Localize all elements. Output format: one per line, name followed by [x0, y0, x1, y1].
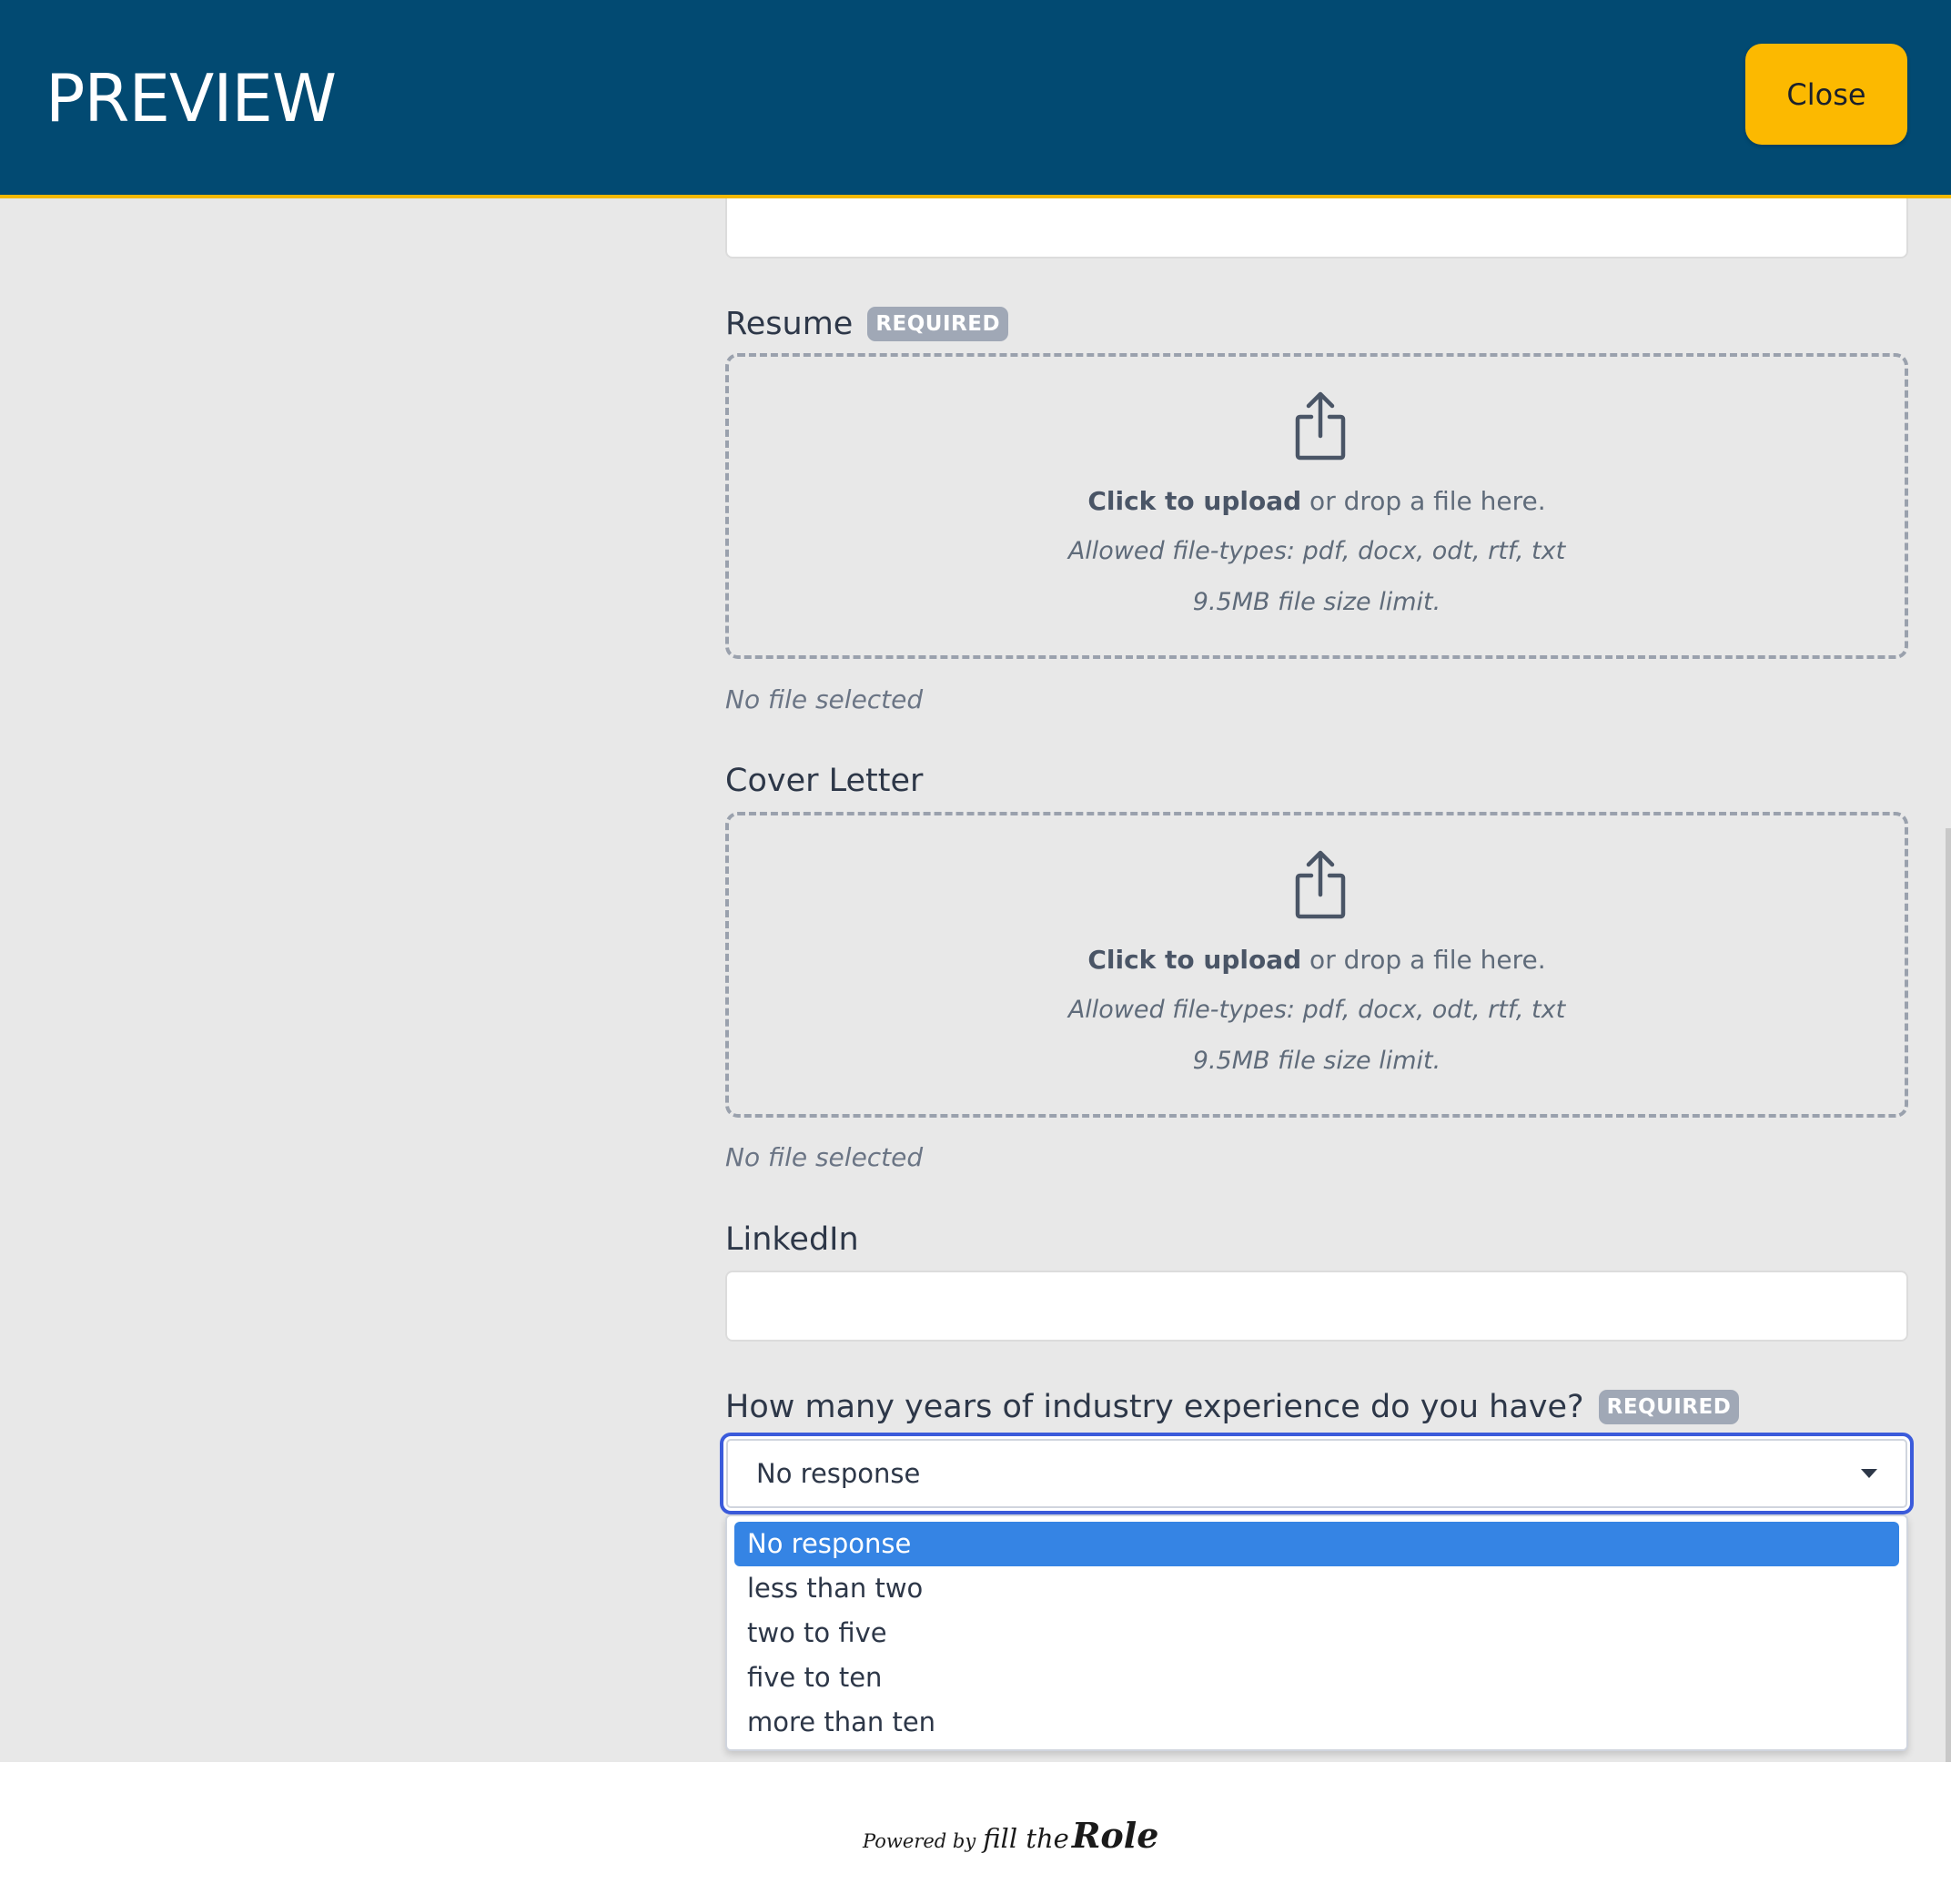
file-size-limit: 9.5MB file size limit.: [1192, 588, 1441, 616]
upload-icon: [1295, 391, 1346, 461]
required-badge: REQUIRED: [867, 307, 1009, 341]
resume-dropzone[interactable]: Click to upload or drop a file here. All…: [725, 353, 1908, 659]
linkedin-label-text: LinkedIn: [725, 1221, 859, 1258]
experience-label-text: How many years of industry experience do…: [725, 1389, 1584, 1425]
experience-select[interactable]: No response: [720, 1433, 1914, 1514]
dropdown-option-two-to-five[interactable]: two to five: [734, 1611, 1899, 1656]
brand-fill-text: fill the: [983, 1823, 1069, 1854]
dropdown-option-less-than-two[interactable]: less than two: [734, 1566, 1899, 1611]
experience-select-value: No response: [756, 1458, 921, 1489]
experience-dropdown: No response less than two two to five fi…: [725, 1514, 1908, 1751]
page-title: PREVIEW: [45, 60, 337, 137]
scrollbar[interactable]: [1946, 828, 1951, 1762]
brand-role-text: Role: [1071, 1815, 1159, 1856]
close-button[interactable]: Close: [1745, 44, 1907, 145]
cover-letter-label-text: Cover Letter: [725, 763, 924, 799]
dropdown-option-no-response[interactable]: No response: [734, 1522, 1899, 1566]
cover-letter-dropzone[interactable]: Click to upload or drop a file here. All…: [725, 812, 1908, 1118]
linkedin-input[interactable]: [725, 1271, 1908, 1342]
caret-down-icon: [1861, 1469, 1877, 1478]
allowed-file-types: Allowed file-types: pdf, docx, odt, rtf,…: [1067, 996, 1566, 1024]
required-badge: REQUIRED: [1598, 1390, 1740, 1424]
experience-label: How many years of industry experience do…: [725, 1389, 1740, 1425]
cover-letter-label: Cover Letter: [725, 763, 923, 799]
linkedin-label: LinkedIn: [725, 1221, 859, 1258]
footer: Powered by fill the Role: [0, 1762, 1951, 1904]
powered-by-logo[interactable]: Powered by fill the Role: [863, 1815, 1158, 1856]
allowed-file-types: Allowed file-types: pdf, docx, odt, rtf,…: [1067, 537, 1566, 565]
dropdown-option-more-than-ten[interactable]: more than ten: [734, 1700, 1899, 1745]
previous-field-input[interactable]: [725, 198, 1908, 258]
upload-instruction: Click to upload or drop a file here.: [1087, 945, 1546, 975]
upload-icon: [1295, 850, 1346, 919]
upload-instruction: Click to upload or drop a file here.: [1087, 486, 1546, 516]
powered-by-text: Powered by: [863, 1830, 976, 1852]
file-size-limit: 9.5MB file size limit.: [1192, 1047, 1441, 1075]
resume-label: Resume REQUIRED: [725, 306, 1009, 342]
resume-label-text: Resume: [725, 306, 854, 342]
dropdown-option-five-to-ten[interactable]: five to ten: [734, 1656, 1899, 1700]
preview-header: PREVIEW Close: [0, 0, 1951, 198]
cover-letter-file-status: No file selected: [725, 1142, 924, 1172]
resume-file-status: No file selected: [725, 684, 924, 714]
